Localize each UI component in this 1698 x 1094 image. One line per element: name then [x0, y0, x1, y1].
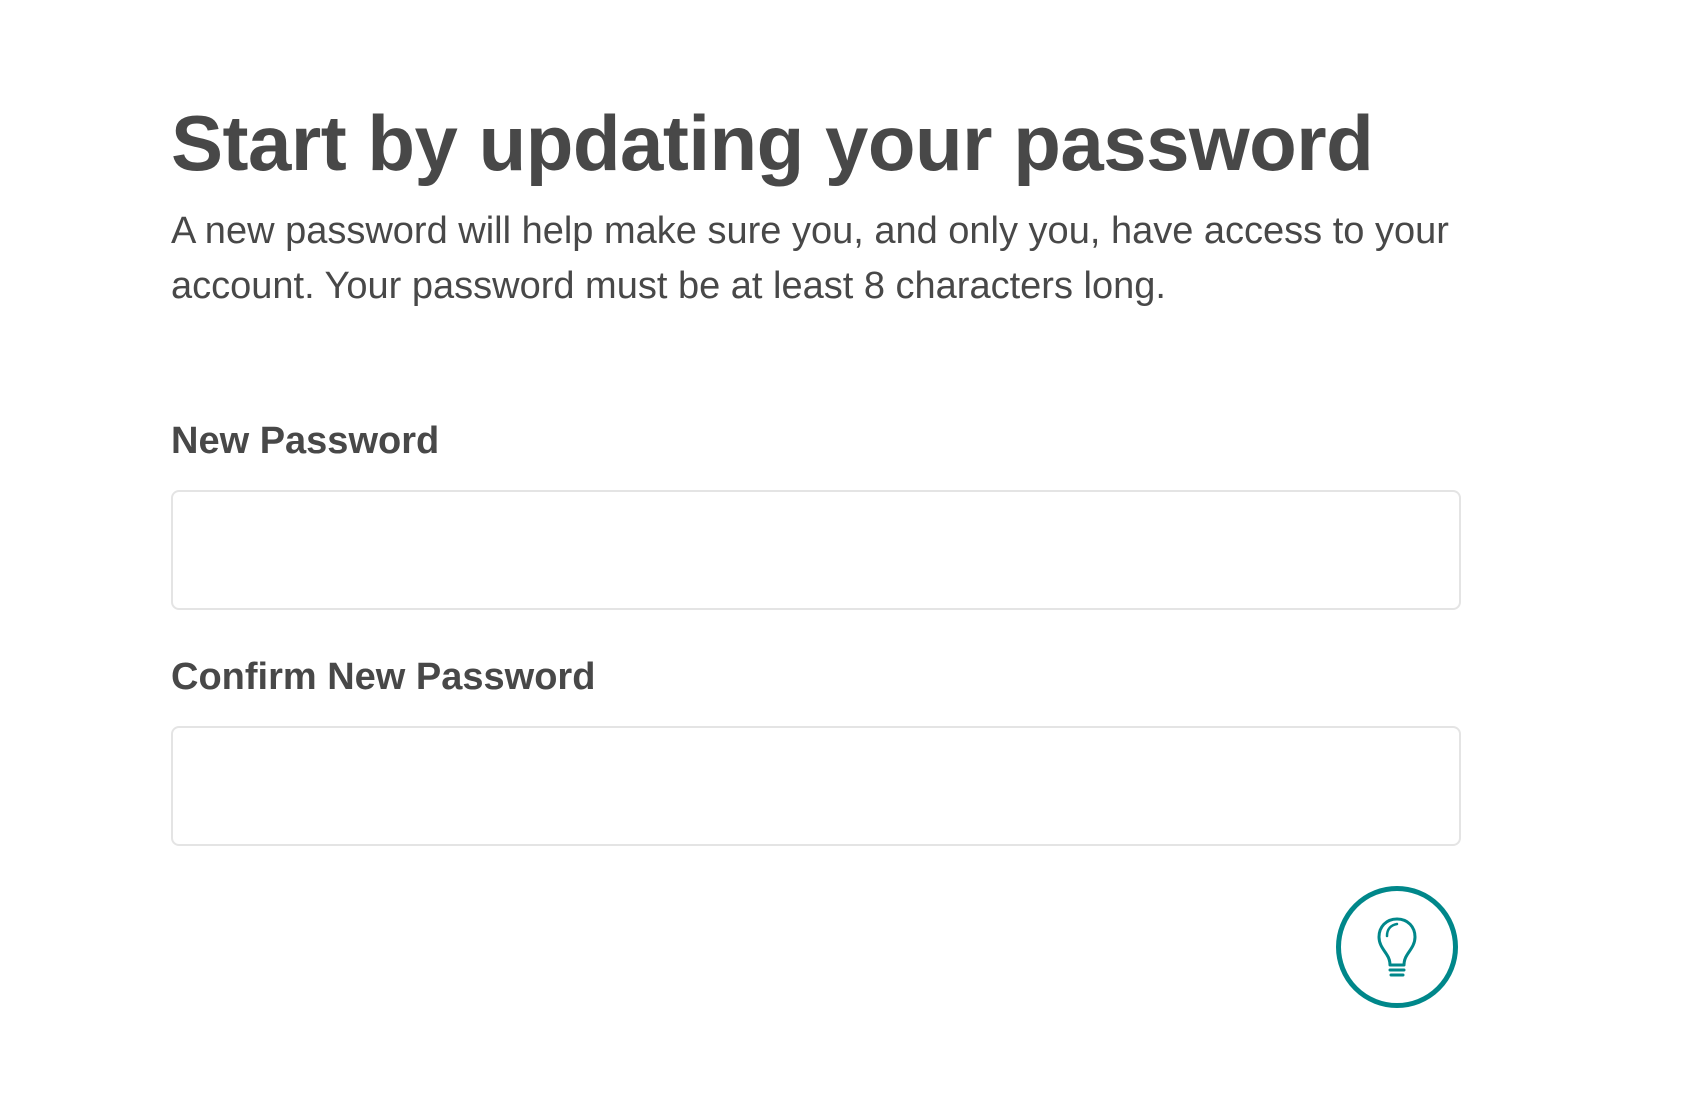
- password-update-page: Start by updating your password A new pa…: [171, 0, 1461, 1094]
- new-password-input[interactable]: [171, 490, 1461, 610]
- confirm-password-label: Confirm New Password: [171, 656, 596, 698]
- page-title: Start by updating your password: [171, 99, 1374, 187]
- lightbulb-icon: [1377, 917, 1417, 977]
- confirm-password-input[interactable]: [171, 726, 1461, 846]
- tips-button[interactable]: [1336, 886, 1458, 1008]
- page-description: A new password will help make sure you, …: [171, 210, 1449, 307]
- new-password-label: New Password: [171, 420, 440, 462]
